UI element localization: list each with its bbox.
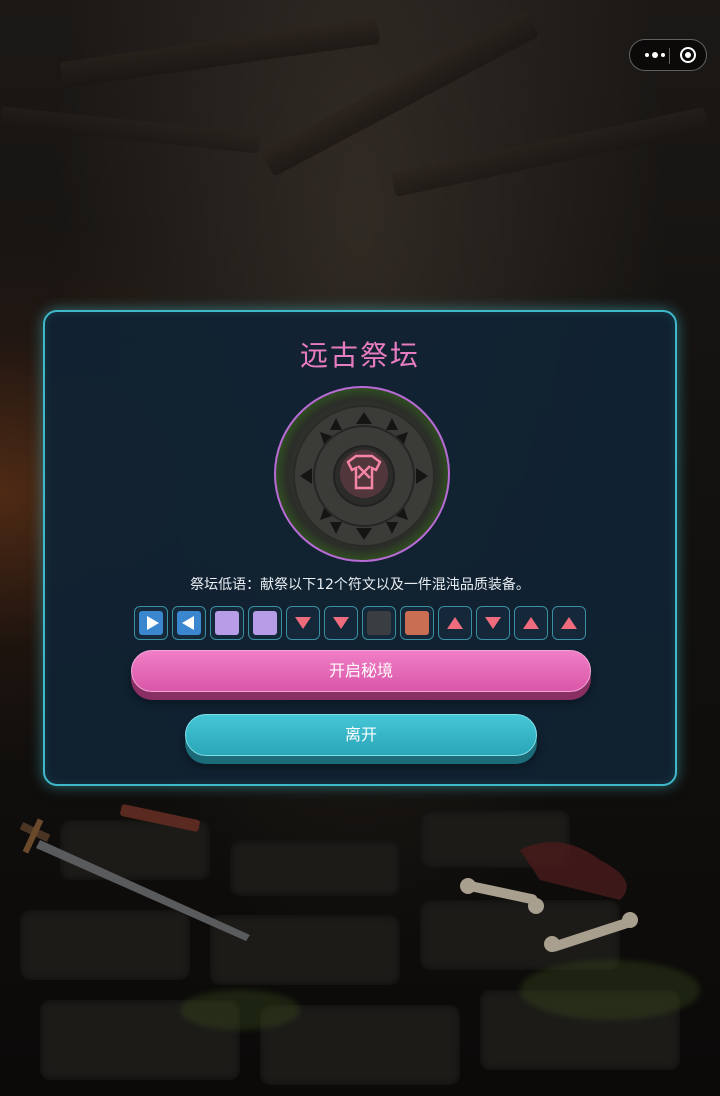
altar-image [274,386,450,562]
triangle-up-icon [523,617,539,629]
altar-description: 祭坛低语：献祭以下12个符文以及一件混沌品质装备。 [190,577,530,593]
leave-button[interactable]: 离开 [185,714,537,756]
rune-slot [248,606,282,640]
altar-dialog: 远古祭坛 祭坛低语：献祭以下12个符文以及一件混沌品质装备。 开启秘境 离开 [43,310,677,786]
triangle-up-icon [447,617,463,629]
arrow-left-icon [177,611,201,635]
triangle-down-icon [333,617,349,629]
cloth-icon [520,842,627,900]
more-icon[interactable] [640,40,670,70]
rune-slot [172,606,206,640]
mini-program-capsule[interactable] [629,39,707,71]
arrow-right-icon [139,611,163,635]
dialog-title: 远古祭坛 [299,339,420,372]
rune-slot [438,606,472,640]
rune-slot [134,606,168,640]
orange-square-icon [405,611,429,635]
capsule-divider [669,48,670,64]
rune-slot [476,606,510,640]
rune-slot [210,606,244,640]
open-secret-realm-button[interactable]: 开启秘境 [131,650,591,692]
axe-handle-icon [120,804,200,832]
purple-square-icon [253,611,277,635]
rune-slot [552,606,586,640]
triangle-up-icon [561,617,577,629]
triangle-down-icon [295,617,311,629]
rune-slot [400,606,434,640]
rune-list [134,606,590,640]
sword-icon [19,818,250,941]
purple-square-icon [215,611,239,635]
rune-slot [362,606,396,640]
dark-square-icon [367,611,391,635]
rune-slot [324,606,358,640]
rune-slot [514,606,548,640]
close-target-icon[interactable] [680,47,696,63]
rune-circle-icon [293,405,435,547]
rune-slot [286,606,320,640]
triangle-down-icon [485,617,501,629]
